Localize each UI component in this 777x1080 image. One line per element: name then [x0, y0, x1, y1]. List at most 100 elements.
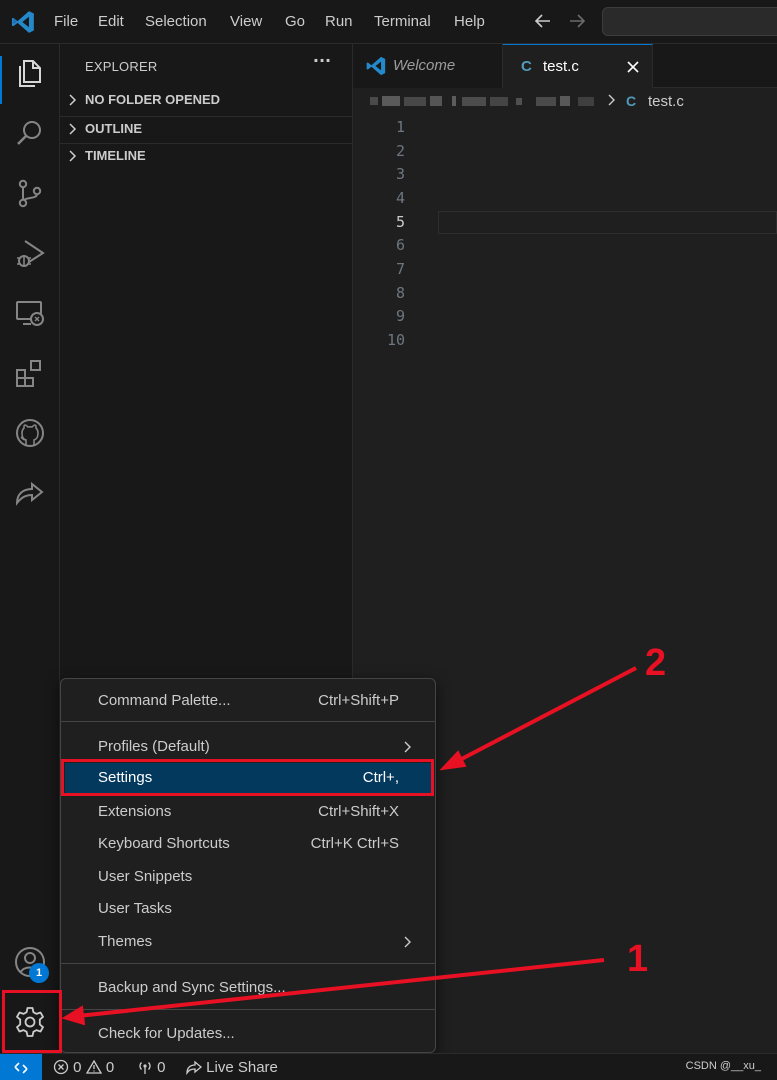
current-line-highlight — [438, 211, 777, 234]
menu-item-shortcut: Ctrl+K Ctrl+S — [310, 835, 399, 852]
menu-item-label: Check for Updates... — [98, 1025, 235, 1042]
menu-file[interactable]: File — [54, 12, 78, 32]
remote-explorer-icon[interactable] — [13, 296, 47, 330]
line-number: 6 — [395, 236, 405, 254]
c-file-icon: C — [521, 58, 532, 75]
section-timeline[interactable]: TIMELINE — [60, 143, 353, 169]
activity-bar — [0, 44, 60, 1053]
menu-item-label: Keyboard Shortcuts — [98, 835, 230, 852]
menu-separator — [61, 1009, 435, 1010]
line-number-active: 5 — [395, 213, 405, 231]
ports-count: 0 — [157, 1059, 166, 1076]
warning-count: 0 — [105, 1059, 115, 1076]
live-share-icon — [186, 1060, 203, 1076]
close-icon[interactable] — [623, 57, 643, 77]
menu-item-user-tasks[interactable]: User Tasks — [65, 894, 433, 924]
more-actions-button[interactable]: ··· — [312, 53, 332, 74]
line-number: 4 — [395, 189, 405, 207]
menu-help[interactable]: Help — [454, 12, 485, 32]
error-icon — [53, 1059, 69, 1075]
search-icon[interactable] — [13, 116, 47, 150]
settings-highlight-box — [61, 759, 434, 796]
active-indicator — [0, 56, 2, 104]
tab-label: Welcome — [393, 57, 456, 74]
line-number: 1 — [395, 118, 405, 136]
menu-item-command-palette[interactable]: Command Palette... Ctrl+Shift+P — [65, 686, 433, 716]
arrow-right-icon[interactable] — [566, 10, 588, 32]
menu-item-label: Profiles (Default) — [98, 738, 210, 755]
menu-item-label: Extensions — [98, 803, 172, 820]
menu-terminal[interactable]: Terminal — [374, 12, 431, 32]
remote-icon — [14, 1062, 28, 1074]
accounts-badge: 1 — [29, 963, 49, 983]
section-outline[interactable]: OUTLINE — [60, 116, 353, 142]
title-bar: File Edit Selection View Go Run Terminal… — [0, 0, 777, 44]
section-label: OUTLINE — [85, 121, 143, 136]
problems-status[interactable]: 0 0 — [53, 1059, 114, 1077]
warning-icon — [85, 1059, 102, 1074]
chevron-right-icon — [404, 741, 411, 753]
chevron-right-icon — [69, 94, 77, 106]
chevron-right-icon — [404, 936, 411, 948]
live-share-label: Live Share — [206, 1059, 278, 1076]
extensions-icon[interactable] — [13, 356, 47, 390]
sidebar-title: EXPLORER — [85, 59, 158, 74]
c-file-icon: C — [626, 93, 637, 109]
tab-test-c[interactable]: C test.c — [503, 44, 653, 88]
menu-item-shortcut: Ctrl+Shift+X — [318, 803, 399, 820]
line-number: 7 — [395, 260, 405, 278]
line-number: 8 — [395, 284, 405, 302]
menu-run[interactable]: Run — [325, 12, 353, 32]
live-share-status[interactable]: Live Share — [186, 1059, 278, 1077]
menu-separator — [61, 963, 435, 964]
broadcast-icon — [139, 1062, 151, 1074]
menu-item-label: Themes — [98, 933, 153, 950]
menu-view[interactable]: View — [230, 12, 262, 32]
line-number: 9 — [395, 307, 405, 325]
chevron-right-icon — [69, 150, 77, 162]
line-number: 10 — [386, 331, 405, 349]
error-count: 0 — [73, 1059, 82, 1076]
menu-item-label: Command Palette... — [98, 692, 231, 709]
command-center-search[interactable] — [602, 7, 777, 36]
menu-separator — [61, 721, 435, 722]
remote-indicator-button[interactable] — [0, 1054, 42, 1080]
annotation-number-1: 1 — [627, 938, 649, 980]
menu-item-label: User Tasks — [98, 900, 172, 917]
chevron-right-icon — [608, 94, 615, 106]
breadcrumb-file[interactable]: test.c — [648, 93, 684, 110]
menu-item-profiles[interactable]: Profiles (Default) — [65, 732, 433, 762]
manage-context-menu: Command Palette... Ctrl+Shift+P Profiles… — [60, 678, 436, 1053]
source-control-icon[interactable] — [13, 176, 47, 210]
menu-item-themes[interactable]: Themes — [65, 927, 433, 957]
menu-edit[interactable]: Edit — [98, 12, 124, 32]
explorer-files-icon[interactable] — [13, 56, 47, 90]
github-icon[interactable] — [13, 416, 47, 450]
run-debug-icon[interactable] — [13, 236, 47, 270]
menu-item-keyboard-shortcuts[interactable]: Keyboard Shortcuts Ctrl+K Ctrl+S — [65, 829, 433, 859]
section-label: TIMELINE — [85, 148, 146, 163]
arrow-left-icon[interactable] — [532, 10, 554, 32]
menu-go[interactable]: Go — [285, 12, 305, 32]
menu-item-label: User Snippets — [98, 868, 193, 885]
gear-highlight-box — [2, 990, 62, 1053]
tab-welcome[interactable]: Welcome — [353, 44, 503, 88]
vscode-logo-icon — [11, 11, 34, 33]
chevron-right-icon — [69, 123, 77, 135]
menu-selection[interactable]: Selection — [145, 12, 207, 32]
section-no-folder[interactable]: NO FOLDER OPENED — [60, 88, 353, 114]
live-share-icon[interactable] — [13, 476, 47, 510]
annotation-number-2: 2 — [645, 642, 667, 684]
tab-label: test.c — [543, 58, 579, 75]
status-bar: 0 0 0 Live Share CSDN @__xu_ — [0, 1053, 777, 1080]
watermark: CSDN @__xu_ — [685, 1060, 761, 1072]
menu-item-shortcut: Ctrl+Shift+P — [318, 692, 399, 709]
menu-item-extensions[interactable]: Extensions Ctrl+Shift+X — [65, 797, 433, 827]
menu-item-label: Backup and Sync Settings... — [98, 979, 286, 996]
editor-tabs: Welcome C test.c — [353, 44, 777, 88]
breadcrumb: C test.c — [353, 88, 777, 114]
ports-status[interactable]: 0 — [137, 1059, 166, 1077]
menu-item-backup-sync[interactable]: Backup and Sync Settings... — [65, 973, 433, 1003]
menu-item-user-snippets[interactable]: User Snippets — [65, 862, 433, 892]
menu-item-check-updates[interactable]: Check for Updates... — [65, 1019, 433, 1049]
